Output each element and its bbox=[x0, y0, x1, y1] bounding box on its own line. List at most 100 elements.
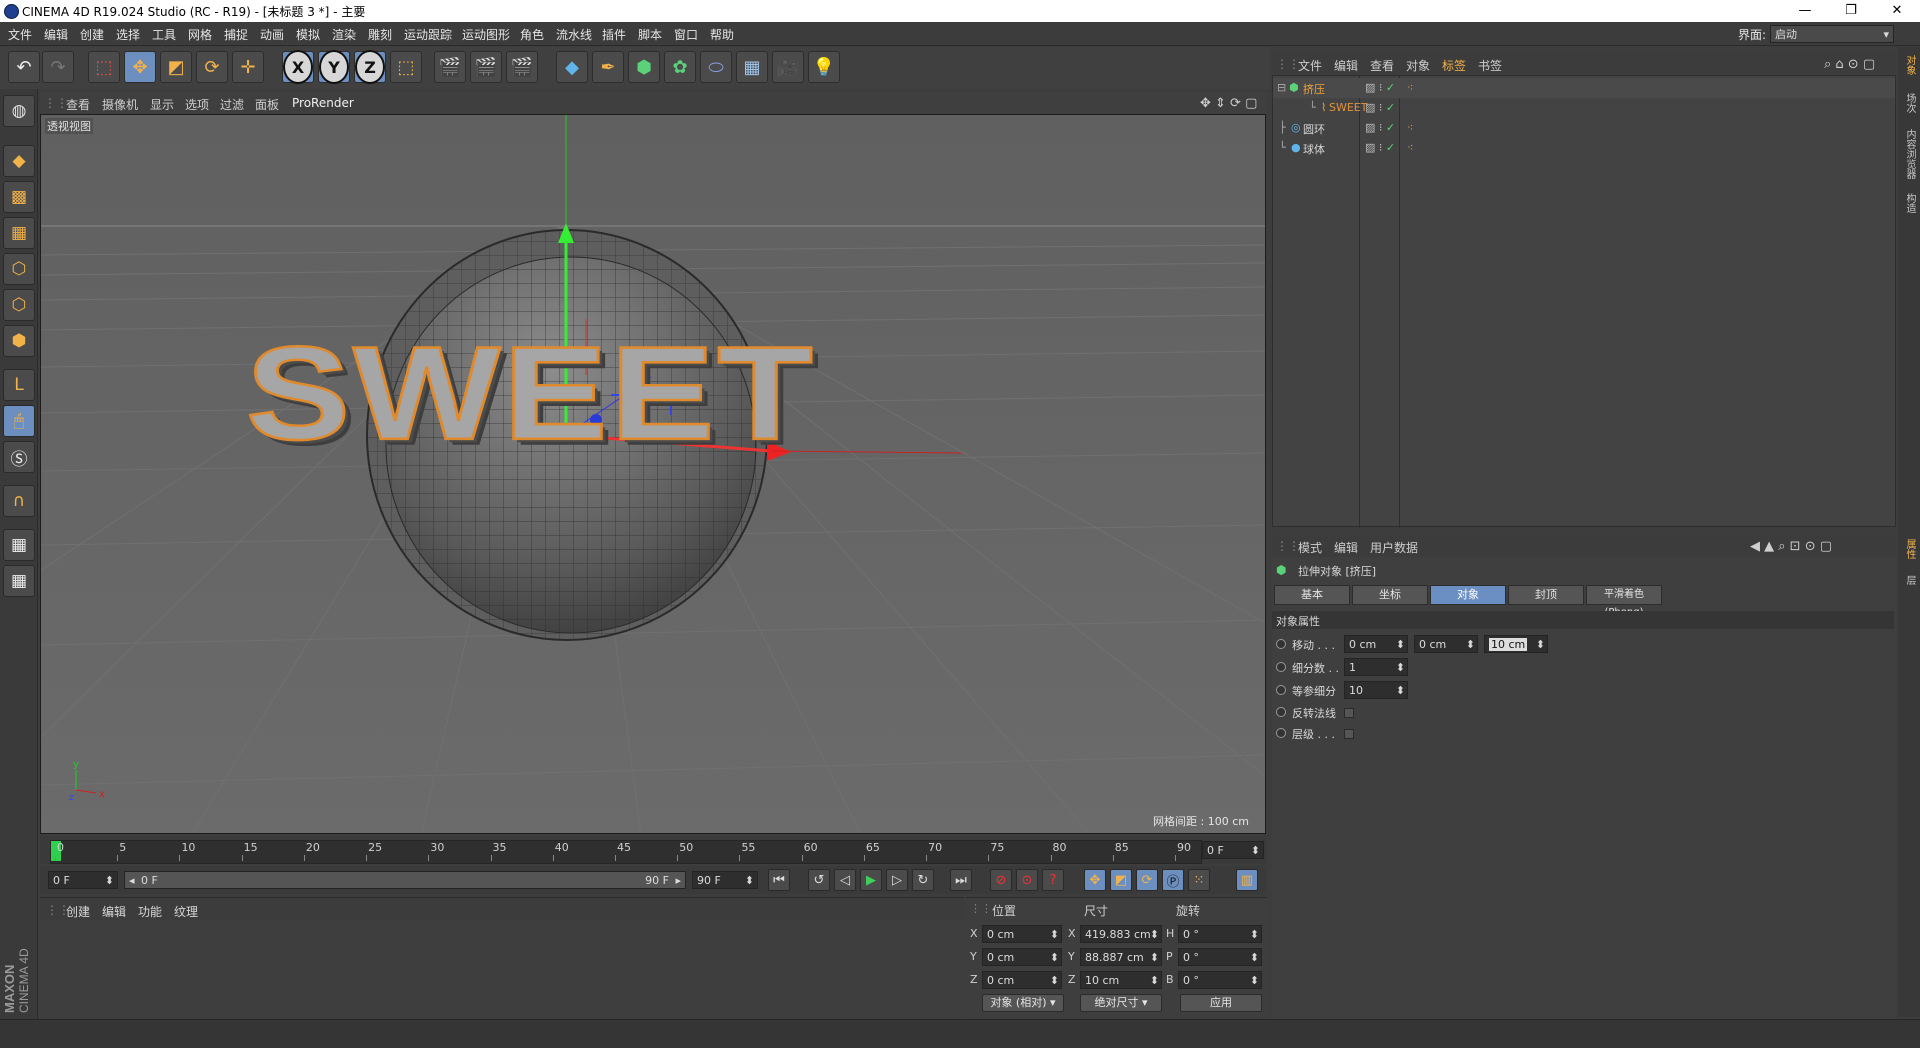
tweak-mode-button[interactable]: 🖱 bbox=[3, 405, 35, 437]
flip-normals-radio[interactable] bbox=[1276, 707, 1286, 717]
flip-normals-checkbox[interactable] bbox=[1344, 708, 1354, 718]
workplane-align-button[interactable]: ▦ bbox=[3, 565, 35, 597]
menu-create[interactable]: 创建 bbox=[80, 26, 104, 43]
move-y-field[interactable]: 0 cm ⬍ bbox=[1414, 635, 1478, 653]
points-mode-button[interactable]: ⬡ bbox=[3, 253, 35, 285]
isoparm-field[interactable]: 10 ⬍ bbox=[1344, 681, 1408, 699]
object-menu-tags[interactable]: 标签 bbox=[1442, 57, 1466, 74]
object-row-torus[interactable]: ├ ◎ 圆环 ▨ ⁝ ✓ ⁖ bbox=[1273, 118, 1895, 138]
next-key-button[interactable]: ↻ bbox=[912, 869, 934, 891]
coord-rot-b-field[interactable]: 0 ° ⬍ bbox=[1178, 971, 1262, 989]
texture-mode-button[interactable]: ▩ bbox=[3, 181, 35, 213]
auto-key-button[interactable]: ⊙ bbox=[1016, 869, 1038, 891]
cloner-button[interactable]: ✿ bbox=[664, 51, 696, 83]
menu-window[interactable]: 窗口 bbox=[674, 26, 698, 43]
attribute-menu-mode[interactable]: 模式 bbox=[1298, 539, 1322, 556]
menu-snap[interactable]: 捕捉 bbox=[224, 26, 248, 43]
coord-size-x-field[interactable]: 419.883 cm ⬍ bbox=[1080, 925, 1162, 943]
coord-mode-dropdown[interactable]: 对象 (相对) ▾ bbox=[982, 994, 1064, 1012]
key-position-button[interactable]: ✥ bbox=[1084, 869, 1106, 891]
perspective-viewport[interactable]: y x z SWEET 透视视图 网格间距 : 100 cm bbox=[40, 114, 1266, 834]
light-button[interactable]: 💡 bbox=[808, 51, 840, 83]
subdivision-field[interactable]: 1 ⬍ bbox=[1344, 658, 1408, 676]
menu-character[interactable]: 角色 bbox=[520, 26, 544, 43]
current-frame-field[interactable]: 0 F ⬍ bbox=[48, 871, 118, 889]
pen-tool-button[interactable]: ✒ bbox=[592, 51, 624, 83]
side-tab-structure[interactable]: 构造 bbox=[1901, 193, 1917, 213]
hierarchy-radio[interactable] bbox=[1276, 728, 1286, 738]
visibility-toggle[interactable]: ▨ ⁝ ✓ bbox=[1365, 121, 1395, 134]
expand-icon[interactable]: ⊟ bbox=[1277, 81, 1286, 94]
viewport-menu-cameras[interactable]: 摄像机 bbox=[102, 96, 138, 113]
undo-button[interactable]: ↶ bbox=[8, 51, 40, 83]
menu-mesh[interactable]: 网格 bbox=[188, 26, 212, 43]
coord-pos-x-field[interactable]: 0 cm ⬍ bbox=[982, 925, 1062, 943]
move-z-field[interactable]: 10 cm ⬍ bbox=[1484, 635, 1548, 653]
record-keys-button[interactable]: ⊘ bbox=[990, 869, 1012, 891]
menu-file[interactable]: 文件 bbox=[8, 26, 32, 43]
transform-tool-button[interactable]: ✛ bbox=[232, 51, 264, 83]
material-menu-create[interactable]: 创建 bbox=[66, 903, 90, 920]
coord-size-y-field[interactable]: 88.887 cm ⬍ bbox=[1080, 948, 1162, 966]
isoparm-radio[interactable] bbox=[1276, 685, 1286, 695]
move-radio[interactable] bbox=[1276, 639, 1286, 649]
restore-button[interactable]: ❐ bbox=[1828, 0, 1874, 22]
attribute-menu-userdata[interactable]: 用户数据 bbox=[1370, 539, 1418, 556]
key-param-button[interactable]: Ⓟ bbox=[1162, 869, 1184, 891]
axis-mode-button[interactable]: L bbox=[3, 369, 35, 401]
coord-size-z-field[interactable]: 10 cm ⬍ bbox=[1080, 971, 1162, 989]
make-editable-button[interactable]: ◍ bbox=[3, 95, 35, 127]
live-selection-button[interactable]: ⬚ bbox=[88, 51, 120, 83]
menu-select[interactable]: 选择 bbox=[116, 26, 140, 43]
menu-plugins[interactable]: 插件 bbox=[602, 26, 626, 43]
move-tool-button[interactable]: ✥ bbox=[124, 51, 156, 83]
x-axis-button[interactable]: X bbox=[282, 50, 314, 84]
render-settings-button[interactable]: 🎬 bbox=[506, 51, 538, 83]
subdivision-button[interactable]: ⬢ bbox=[628, 51, 660, 83]
visibility-toggle[interactable]: ▨ ⁝ ✓ bbox=[1365, 101, 1395, 114]
menu-edit[interactable]: 编辑 bbox=[44, 26, 68, 43]
snap-button[interactable]: ∩ bbox=[3, 485, 35, 517]
minimize-button[interactable]: — bbox=[1782, 0, 1828, 22]
attribute-menu-edit[interactable]: 编辑 bbox=[1334, 539, 1358, 556]
tab-coord[interactable]: 坐标 bbox=[1352, 585, 1428, 605]
tab-phong[interactable]: 平滑着色(Phong) bbox=[1586, 585, 1662, 618]
tab-basic[interactable]: 基本 bbox=[1274, 585, 1350, 605]
prev-frame-button[interactable]: ◁ bbox=[834, 869, 856, 891]
menu-pipeline[interactable]: 流水线 bbox=[556, 26, 592, 43]
timeline-track[interactable]: 0 5 10 15 20 25 30 35 40 45 50 55 60 65 70 75 80 85 90 bbox=[50, 840, 1202, 864]
hierarchy-checkbox[interactable] bbox=[1344, 729, 1354, 739]
tag-icon[interactable]: ⁖ bbox=[1407, 81, 1413, 94]
z-axis-button[interactable]: Z bbox=[354, 50, 386, 84]
play-button[interactable]: ▶ bbox=[860, 869, 882, 891]
object-menu-objects[interactable]: 对象 bbox=[1406, 57, 1430, 74]
render-view-button[interactable]: 🎬 bbox=[434, 51, 466, 83]
side-tab-layers[interactable]: 层 bbox=[1901, 575, 1917, 585]
menu-script[interactable]: 脚本 bbox=[638, 26, 662, 43]
polygons-mode-button[interactable]: ⬢ bbox=[3, 325, 35, 357]
coord-pos-y-field[interactable]: 0 cm ⬍ bbox=[982, 948, 1062, 966]
tab-caps[interactable]: 封顶 bbox=[1508, 585, 1584, 605]
scale-tool-button[interactable]: ◩ bbox=[160, 51, 192, 83]
menu-motion-tracking[interactable]: 运动跟踪 bbox=[404, 26, 452, 43]
next-frame-button[interactable]: ▷ bbox=[886, 869, 908, 891]
timeline-end-field[interactable]: 0 F ⬍ bbox=[1202, 841, 1264, 859]
go-to-start-button[interactable]: ⏮ bbox=[768, 869, 790, 891]
rotate-tool-button[interactable]: ⟳ bbox=[196, 51, 228, 83]
material-menu-texture[interactable]: 纹理 bbox=[174, 903, 198, 920]
viewport-menu-filter[interactable]: 过滤 bbox=[220, 96, 244, 113]
max-frame-field[interactable]: 90 F ⬍ bbox=[692, 871, 758, 889]
side-tab-attributes[interactable]: 属性 bbox=[1901, 539, 1917, 559]
keyframe-selection-button[interactable]: ? bbox=[1042, 869, 1064, 891]
timeline-ruler[interactable]: 0 5 10 15 20 25 30 35 40 45 50 55 60 65 70 75 80 85 90 0 F… bbox=[40, 836, 1266, 864]
object-menu-edit[interactable]: 编辑 bbox=[1334, 57, 1358, 74]
attribute-nav-icons[interactable]: ◀ ▲ ⌕ ⊡ ⊙ ▢ bbox=[1750, 539, 1832, 554]
viewport-menu-panel[interactable]: 面板 bbox=[255, 96, 279, 113]
render-picture-viewer-button[interactable]: 🎬 bbox=[470, 51, 502, 83]
coord-size-mode-dropdown[interactable]: 绝对尺寸 ▾ bbox=[1080, 994, 1162, 1012]
material-menu-edit[interactable]: 编辑 bbox=[102, 903, 126, 920]
camera-button[interactable]: 🎥 bbox=[772, 51, 804, 83]
workplane-mode-button[interactable]: ▦ bbox=[3, 217, 35, 249]
menu-render[interactable]: 渲染 bbox=[332, 26, 356, 43]
move-x-field[interactable]: 0 cm ⬍ bbox=[1344, 635, 1408, 653]
